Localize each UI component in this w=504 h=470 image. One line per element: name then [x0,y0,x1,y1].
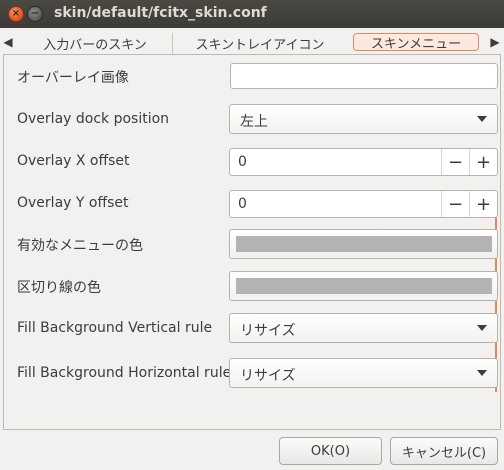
decrement-button[interactable]: − [441,149,469,175]
overlay-image-label: オーバーレイ画像 [17,70,129,86]
overlay-y-offset-value[interactable]: 0 [238,196,247,212]
color-swatch [236,278,492,294]
overlay-x-offset-label: Overlay X offset [17,153,130,169]
tab-input-bar-skin[interactable]: 入力バーのスキン [18,33,173,54]
fill-horizontal-rule-select[interactable]: リサイズ [229,358,498,388]
overlay-dock-position-label: Overlay dock position [17,111,170,127]
chevron-down-icon [477,116,487,122]
overlay-dock-position-value: 左上 [240,114,268,130]
title-bar[interactable]: × − skin/default/fcitx_skin.conf [0,0,504,28]
overlay-dock-position-select[interactable]: 左上 [229,104,498,134]
tab-scroll-right-icon[interactable]: ▶ [489,33,501,51]
cancel-button[interactable]: キャンセル(C) [390,437,498,465]
fill-vertical-rule-label: Fill Background Vertical rule [17,320,213,336]
fill-horizontal-rule-label: Fill Background Horizontal rule [17,365,232,381]
chevron-down-icon [477,370,487,376]
overlay-x-offset-value[interactable]: 0 [238,154,247,170]
fill-vertical-rule-value: リサイズ [240,323,296,339]
overlay-image-input[interactable] [230,63,498,89]
tab-bar: ◀ 入力バーのスキン スキントレイアイコン スキンメニュー ▶ [0,30,504,54]
minimize-icon[interactable]: − [27,6,43,22]
chevron-down-icon [477,325,487,331]
overlay-y-offset-stepper[interactable]: 0 − + [229,190,498,218]
tab-tray-icon-skin[interactable]: スキントレイアイコン [176,33,344,54]
increment-button[interactable]: + [469,149,497,175]
tab-menu-skin-label: スキンメニュー [353,33,479,52]
tab-scroll-left-icon[interactable]: ◀ [2,33,14,51]
overlay-x-offset-stepper[interactable]: 0 − + [229,148,498,176]
settings-window: × − skin/default/fcitx_skin.conf ◀ 入力バーの… [0,0,504,470]
overlay-y-offset-label: Overlay Y offset [17,195,129,211]
fill-horizontal-rule-value: リサイズ [240,368,296,384]
increment-button[interactable]: + [469,191,497,217]
separator-color-label: 区切り線の色 [17,280,101,296]
separator-color-button[interactable] [229,271,498,301]
fill-vertical-rule-select[interactable]: リサイズ [229,313,498,343]
active-menu-color-label: 有効なメニューの色 [17,238,143,254]
decrement-button[interactable]: − [441,191,469,217]
close-icon[interactable]: × [8,6,24,22]
active-menu-color-button[interactable] [229,229,498,259]
window-title: skin/default/fcitx_skin.conf [54,5,267,21]
tab-menu-skin[interactable]: スキンメニュー [346,30,486,54]
color-swatch [236,236,492,252]
ok-button[interactable]: OK(O) [279,437,382,465]
